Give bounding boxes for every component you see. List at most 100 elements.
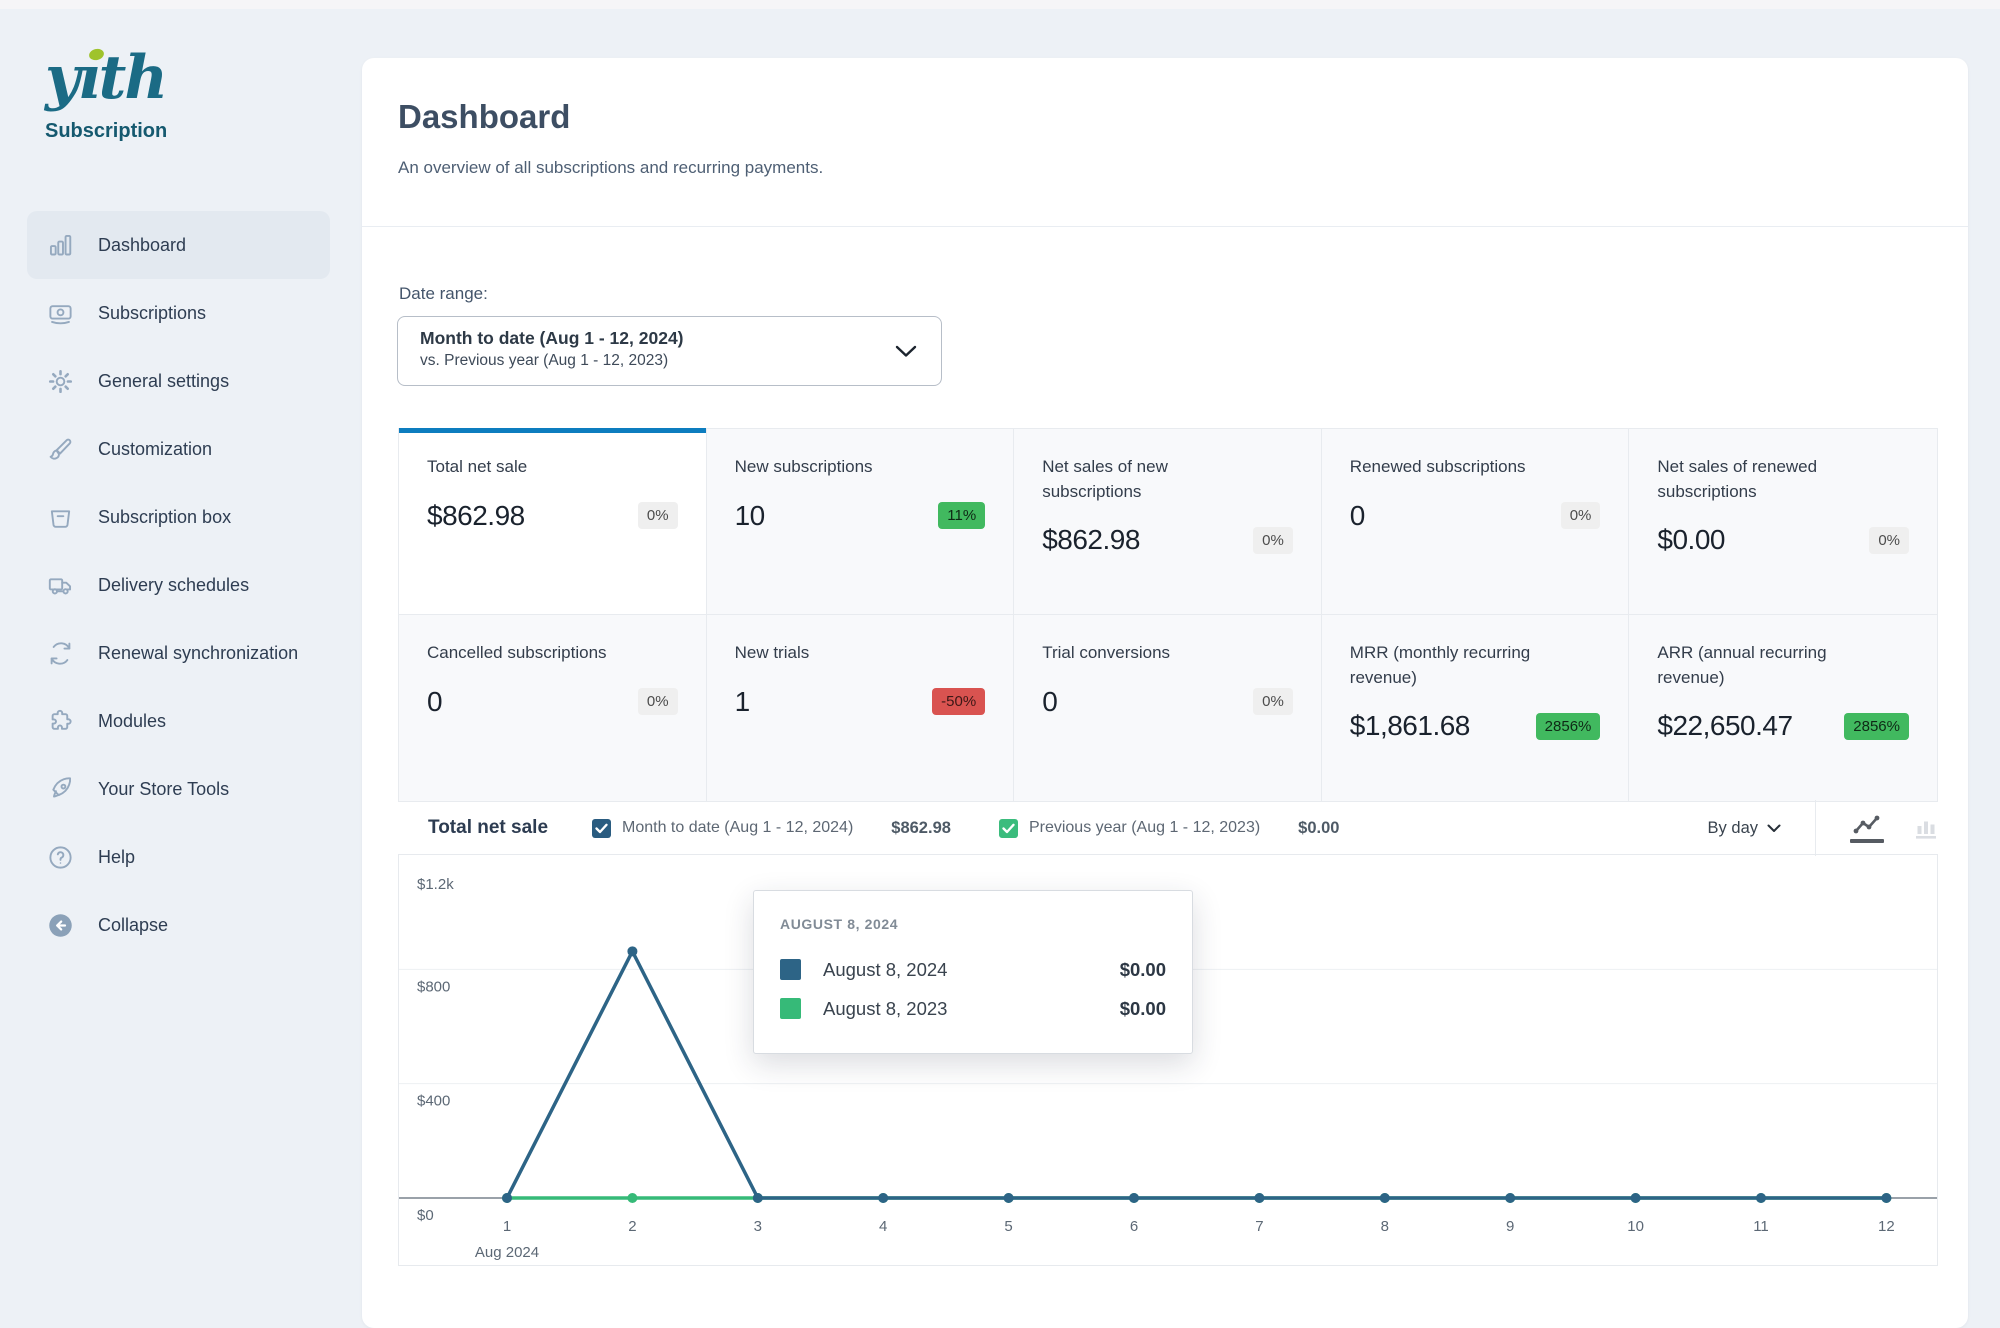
stat-change-badge: 2856%: [1844, 713, 1909, 740]
stat-card-new-trials[interactable]: New trials 1 -50%: [707, 615, 1015, 801]
bar-chart-icon: [47, 232, 74, 259]
series-2023-value: $0.00: [1298, 819, 1339, 838]
date-range-select[interactable]: Month to date (Aug 1 - 12, 2024) vs. Pre…: [397, 316, 942, 386]
interval-select[interactable]: By day: [1708, 819, 1781, 838]
sidebar-item-delivery-schedules[interactable]: Delivery schedules: [27, 551, 330, 619]
stat-label: Cancelled subscriptions: [427, 641, 645, 666]
stat-card-total-net-sale[interactable]: Total net sale $862.980%: [399, 429, 707, 615]
stat-value: 0: [427, 686, 442, 718]
gear-icon: [47, 368, 74, 395]
stat-card-net-sales-renewed-subscriptions[interactable]: Net sales of renewed subscriptions $0.00…: [1629, 429, 1937, 615]
collapse-circle-icon: [47, 912, 74, 939]
series-2024-checkbox[interactable]: [592, 819, 611, 838]
sidebar-item-general-settings[interactable]: General settings: [27, 347, 330, 415]
page-subtitle: An overview of all subscriptions and rec…: [398, 158, 823, 178]
chart-header: Total net sale Month to date (Aug 1 - 12…: [398, 800, 1938, 856]
stat-value: 1: [735, 686, 750, 718]
stat-label: Total net sale: [427, 455, 645, 480]
stat-label: New trials: [735, 641, 953, 666]
svg-text:8: 8: [1381, 1218, 1389, 1235]
header-divider: [362, 226, 1968, 227]
stat-value: $22,650.47: [1657, 710, 1792, 742]
svg-text:1: 1: [503, 1218, 511, 1235]
svg-text:$800: $800: [417, 978, 450, 995]
date-range-primary: Month to date (Aug 1 - 12, 2024): [420, 328, 881, 349]
stat-label: Renewed subscriptions: [1350, 455, 1568, 480]
sidebar-nav: Dashboard Subscriptions General settings…: [0, 211, 362, 959]
stat-value: $862.98: [1042, 524, 1140, 556]
tooltip-row: August 8, 2024 $0.00: [754, 950, 1192, 989]
svg-text:11: 11: [1753, 1218, 1769, 1235]
header-vertical-divider: [1815, 800, 1816, 856]
chevron-down-icon: [895, 345, 917, 363]
stat-card-renewed-subscriptions[interactable]: Renewed subscriptions 00%: [1322, 429, 1630, 615]
stat-card-net-sales-new-subscriptions[interactable]: Net sales of new subscriptions $862.980%: [1014, 429, 1322, 615]
svg-text:7: 7: [1255, 1218, 1263, 1235]
svg-text:$400: $400: [417, 1093, 450, 1110]
sidebar-item-collapse[interactable]: Collapse: [27, 891, 330, 959]
stat-card-trial-conversions[interactable]: Trial conversions 00%: [1014, 615, 1322, 801]
sidebar-item-your-store-tools[interactable]: Your Store Tools: [27, 755, 330, 823]
stat-label: MRR (monthly recurring revenue): [1350, 641, 1568, 690]
page-title: Dashboard: [398, 98, 570, 136]
stat-value: $1,861.68: [1350, 710, 1470, 742]
stat-change-badge: 0%: [1561, 502, 1601, 529]
active-chart-type-indicator: [1850, 839, 1884, 843]
truck-icon: [47, 572, 74, 599]
paintbrush-icon: [47, 436, 74, 463]
stat-value: $862.98: [427, 500, 525, 532]
stat-card-arr[interactable]: ARR (annual recurring revenue) $22,650.4…: [1629, 615, 1937, 801]
date-range-secondary: vs. Previous year (Aug 1 - 12, 2023): [420, 352, 881, 370]
svg-text:2: 2: [628, 1218, 636, 1235]
sidebar-item-modules[interactable]: Modules: [27, 687, 330, 755]
svg-text:9: 9: [1506, 1218, 1514, 1235]
app-root: yıth Subscription Dashboard Subscription…: [0, 0, 2000, 1294]
stat-value: $0.00: [1657, 524, 1725, 556]
stat-change-badge: 2856%: [1536, 713, 1601, 740]
sidebar-item-label: Delivery schedules: [98, 575, 249, 596]
main-panel: Dashboard An overview of all subscriptio…: [362, 58, 1968, 1328]
sidebar-item-dashboard[interactable]: Dashboard: [27, 211, 330, 279]
sidebar-item-customization[interactable]: Customization: [27, 415, 330, 483]
yith-logo: yıth: [45, 48, 167, 108]
stat-card-new-subscriptions[interactable]: New subscriptions 1011%: [707, 429, 1015, 615]
sidebar-item-label: Subscriptions: [98, 303, 206, 324]
sidebar-item-renewal-synchronization[interactable]: Renewal synchronization: [27, 619, 330, 687]
chevron-down-icon: [1767, 824, 1781, 833]
stat-change-badge: 0%: [1253, 688, 1293, 715]
tooltip-row-value: $0.00: [1120, 959, 1166, 981]
stat-change-badge: -50%: [932, 688, 985, 715]
sidebar-item-label: Help: [98, 847, 135, 868]
line-chart-icon[interactable]: [1850, 814, 1884, 843]
product-name: Subscription: [45, 120, 167, 143]
sidebar-item-subscriptions[interactable]: Subscriptions: [27, 279, 330, 347]
brand-logo[interactable]: yıth Subscription: [45, 48, 167, 143]
sidebar-item-subscription-box[interactable]: Subscription box: [27, 483, 330, 551]
stats-grid: Total net sale $862.980% New subscriptio…: [398, 428, 1938, 802]
series-2023-swatch-icon: [780, 998, 801, 1019]
series-2024-label: Month to date (Aug 1 - 12, 2024): [622, 819, 853, 837]
stat-card-cancelled-subscriptions[interactable]: Cancelled subscriptions 00%: [399, 615, 707, 801]
chart-type-toggle: [1850, 814, 1938, 843]
banknote-icon: [47, 300, 74, 327]
sidebar-item-label: Renewal synchronization: [98, 643, 298, 664]
series-2023-checkbox[interactable]: [999, 819, 1018, 838]
puzzle-icon: [47, 708, 74, 735]
svg-text:5: 5: [1004, 1218, 1012, 1235]
stat-label: New subscriptions: [735, 455, 953, 480]
stat-label: ARR (annual recurring revenue): [1657, 641, 1875, 690]
svg-text:Aug 2024: Aug 2024: [475, 1244, 539, 1261]
bar-chart-icon[interactable]: [1914, 816, 1938, 840]
stat-label: Net sales of renewed subscriptions: [1657, 455, 1875, 504]
stat-label: Trial conversions: [1042, 641, 1260, 666]
sidebar-item-help[interactable]: Help: [27, 823, 330, 891]
sidebar-item-label: Subscription box: [98, 507, 231, 528]
sidebar-item-label: Your Store Tools: [98, 779, 229, 800]
stat-card-mrr[interactable]: MRR (monthly recurring revenue) $1,861.6…: [1322, 615, 1630, 801]
series-2024-value: $862.98: [891, 819, 951, 838]
tooltip-row: August 8, 2023 $0.00: [754, 989, 1192, 1028]
series-2023-label: Previous year (Aug 1 - 12, 2023): [1029, 819, 1260, 837]
date-range-label: Date range:: [399, 284, 488, 304]
sidebar-item-label: Dashboard: [98, 235, 186, 256]
svg-text:$1.2k: $1.2k: [417, 876, 454, 893]
